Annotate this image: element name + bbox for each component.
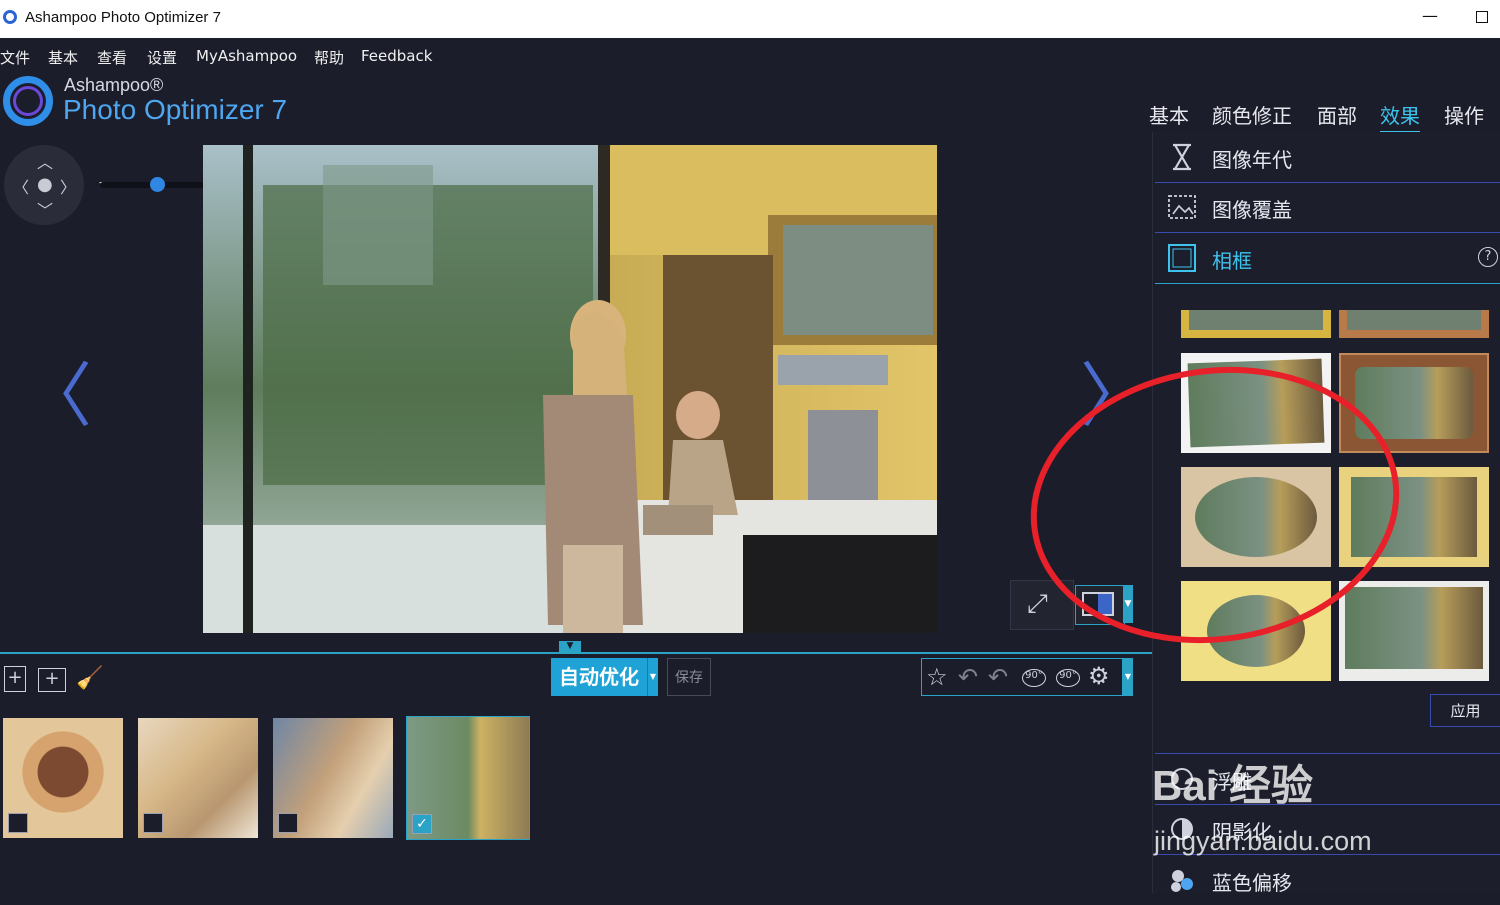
pan-up-icon[interactable]: ︿ xyxy=(37,149,53,173)
tab-effects[interactable]: 效果 xyxy=(1380,100,1420,133)
tab-color-correction[interactable]: 颜色修正 xyxy=(1212,100,1292,129)
menu-settings[interactable]: 设置 xyxy=(147,47,177,68)
menu-bar: 文件 基本 查看 设置 MyAshampoo 帮助 Feedback xyxy=(0,38,1500,72)
menu-file[interactable]: 文件 xyxy=(0,47,30,68)
frame-icon xyxy=(1167,243,1197,273)
watermark-brand: Bai 经验 xyxy=(1152,762,1314,809)
effect-frame[interactable]: 相框 ? xyxy=(1155,233,1500,284)
pan-right-icon[interactable]: 〉 xyxy=(60,174,76,198)
window-title: Ashampoo Photo Optimizer 7 xyxy=(25,9,221,26)
help-icon[interactable]: ? xyxy=(1478,247,1498,267)
bottom-toolbar: + + 🧹 自动优化 ▼ 保存 ☆ ↶ ↶ 90° 90° ⚙ ▼ xyxy=(0,652,1152,708)
frame-tile-2[interactable] xyxy=(1339,310,1489,338)
annotation-circle xyxy=(1030,366,1400,644)
menu-basic[interactable]: 基本 xyxy=(48,47,78,68)
minimize-icon[interactable]: — xyxy=(1420,6,1440,30)
effect-label: 图像年代 xyxy=(1212,148,1292,172)
add-file-icon[interactable]: + xyxy=(4,666,26,692)
menu-myashampoo[interactable]: MyAshampoo xyxy=(196,47,297,65)
effect-label: 图像覆盖 xyxy=(1212,198,1292,222)
thumbnail-checkbox[interactable] xyxy=(143,813,163,833)
pan-center-icon[interactable]: ● xyxy=(37,174,53,195)
overlay-icon xyxy=(1167,192,1197,222)
menu-help[interactable]: 帮助 xyxy=(314,47,344,68)
effect-blue-shift[interactable]: 蓝色偏移 xyxy=(1155,855,1500,905)
frame-preview xyxy=(1189,310,1323,330)
app-header: Ashampoo® Photo Optimizer 7 基本 颜色修正 面部 效… xyxy=(0,72,1500,133)
save-button[interactable]: 保存 xyxy=(667,658,711,696)
thumbnail-checkbox-checked[interactable]: ✓ xyxy=(412,814,432,834)
brand-name: Ashampoo® xyxy=(64,75,164,95)
favorite-stars-icon[interactable]: ☆ xyxy=(926,663,948,691)
effect-label: 蓝色偏移 xyxy=(1212,871,1292,895)
title-bar: Ashampoo Photo Optimizer 7 — xyxy=(0,0,1500,38)
undo-all-icon[interactable]: ↶ xyxy=(988,663,1008,691)
product-name: Photo Optimizer 7 xyxy=(63,94,288,125)
watermark-url: jingyan.baidu.com xyxy=(1154,826,1372,856)
previous-image-icon[interactable]: 〈 xyxy=(22,340,92,441)
auto-optimize-dropdown-icon[interactable]: ▼ xyxy=(647,658,658,696)
maximize-icon[interactable] xyxy=(1476,11,1488,23)
tab-face[interactable]: 面部 xyxy=(1317,100,1357,129)
clear-list-icon[interactable]: 🧹 xyxy=(76,666,103,694)
undo-icon[interactable]: ↶ xyxy=(958,663,978,691)
zoom-slider-handle[interactable] xyxy=(150,177,165,192)
menu-feedback[interactable]: Feedback xyxy=(361,47,432,65)
thumbnail-checkbox[interactable] xyxy=(8,813,28,833)
frame-tile-1[interactable] xyxy=(1181,310,1331,338)
effect-image-age[interactable]: 图像年代 xyxy=(1155,132,1500,183)
add-folder-icon[interactable]: + xyxy=(38,668,66,692)
auto-optimize-button[interactable]: 自动优化 xyxy=(551,658,647,696)
menu-view[interactable]: 查看 xyxy=(97,47,127,68)
thumbnail-1[interactable] xyxy=(3,718,123,838)
pan-down-icon[interactable]: ﹀ xyxy=(37,197,53,221)
effect-image-overlay[interactable]: 图像覆盖 xyxy=(1155,182,1500,233)
settings-gear-icon[interactable]: ⚙ xyxy=(1088,662,1110,690)
edit-actions-dropdown-icon[interactable]: ▼ xyxy=(1123,658,1133,696)
thumbnail-3[interactable] xyxy=(273,718,393,838)
blue-shift-icon xyxy=(1167,865,1197,895)
pan-left-icon[interactable]: 〈 xyxy=(13,174,29,198)
tab-operations[interactable]: 操作 xyxy=(1444,100,1484,129)
hourglass-icon xyxy=(1167,142,1197,172)
apply-button[interactable]: 应用 xyxy=(1430,694,1500,727)
edit-actions-group: ☆ ↶ ↶ 90° 90° ⚙ xyxy=(921,658,1123,696)
effect-label: 相框 xyxy=(1212,249,1252,273)
frame-preview xyxy=(1347,310,1481,330)
collapse-handle-icon[interactable]: ▼ xyxy=(559,641,581,652)
pan-control[interactable]: ︿ 〈 ● 〉 ﹀ xyxy=(4,145,84,225)
rotate-right-icon[interactable]: 90° xyxy=(1056,669,1080,687)
main-photo xyxy=(203,145,937,633)
logo-icon xyxy=(3,76,53,126)
thumbnail-4-selected[interactable]: ✓ xyxy=(406,716,530,840)
app-icon xyxy=(3,10,17,24)
thumbnail-checkbox[interactable] xyxy=(278,813,298,833)
rotate-left-icon[interactable]: 90° xyxy=(1022,669,1046,687)
thumbnail-2[interactable] xyxy=(138,718,258,838)
tab-basic[interactable]: 基本 xyxy=(1149,100,1189,129)
